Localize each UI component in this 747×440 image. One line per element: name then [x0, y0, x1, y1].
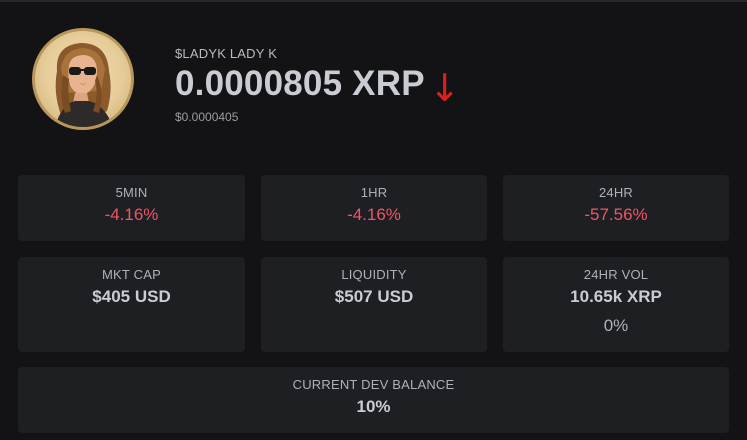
vol-24hr-card: 24HR VOL 10.65k XRP 0%: [503, 257, 729, 352]
change-label: 1HR: [360, 185, 388, 200]
change-card-1hr: 1HR -4.16%: [261, 175, 487, 241]
dev-balance-label: CURRENT DEV BALANCE: [292, 377, 455, 392]
change-value: -4.16%: [104, 205, 159, 224]
token-price-usd: $0.0000405: [175, 110, 239, 124]
dev-balance-value: 10%: [356, 397, 391, 416]
liquidity-card: LIQUIDITY $507 USD: [261, 257, 487, 352]
mkt-cap-label: MKT CAP: [102, 267, 161, 282]
token-panel: $LADYK LADY K 0.0000805 XRP ↓ $0.0000405 …: [0, 0, 747, 440]
price-row: 0.0000805 XRP ↓: [175, 64, 461, 110]
vol-24hr-change: 0%: [603, 316, 629, 335]
lady-portrait-avatar-icon: [32, 28, 134, 130]
dev-balance-card: CURRENT DEV BALANCE 10%: [18, 367, 729, 433]
token-price-xrp: 0.0000805 XRP: [175, 64, 425, 103]
change-label: 5MIN: [115, 185, 148, 200]
change-value: -57.56%: [584, 205, 648, 224]
change-value: -4.16%: [347, 205, 401, 224]
change-label: 24HR: [598, 185, 634, 200]
change-card-24hr: 24HR -57.56%: [503, 175, 729, 241]
liquidity-value: $507 USD: [334, 287, 414, 306]
token-header: $LADYK LADY K 0.0000805 XRP ↓ $0.0000405: [32, 28, 732, 140]
token-ticker-name: $LADYK LADY K: [175, 46, 278, 61]
vol-24hr-value: 10.65k XRP: [570, 287, 662, 306]
vol-24hr-label: 24HR VOL: [583, 267, 649, 282]
change-card-5min: 5MIN -4.16%: [18, 175, 245, 241]
down-arrow-icon: ↓: [428, 66, 461, 110]
mkt-cap-value: $405 USD: [92, 287, 171, 306]
liquidity-label: LIQUIDITY: [341, 267, 407, 282]
mkt-cap-card: MKT CAP $405 USD: [18, 257, 245, 352]
